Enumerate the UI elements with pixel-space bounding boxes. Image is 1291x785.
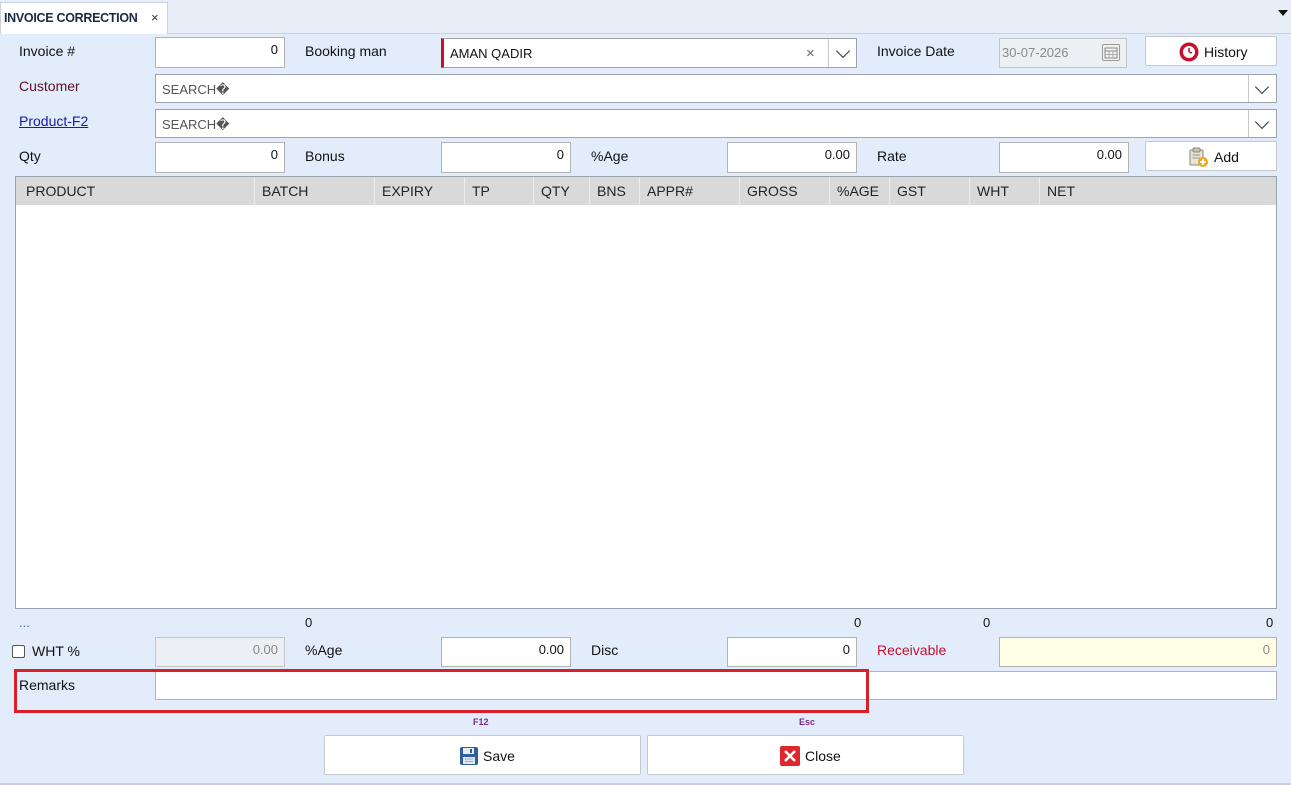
column-header[interactable]: PRODUCT	[26, 183, 95, 199]
discount-input[interactable]: 0	[727, 637, 857, 667]
invoice-number-label: Invoice #	[19, 43, 76, 59]
column-header[interactable]: GROSS	[747, 183, 798, 199]
wht-percent-input[interactable]: 0.00	[155, 637, 285, 667]
column-header[interactable]: TP	[472, 183, 490, 199]
booking-man-label: Booking man	[305, 43, 387, 59]
column-separator	[374, 177, 375, 205]
bonus-label: Bonus	[305, 148, 345, 164]
save-floppy-icon	[459, 746, 479, 766]
discount-label: Disc	[591, 642, 619, 658]
tab-title: INVOICE CORRECTION	[4, 11, 138, 25]
combo-separator	[828, 39, 829, 67]
calendar-icon[interactable]	[1102, 44, 1120, 61]
close-label: Close	[805, 748, 841, 764]
close-x-icon	[779, 745, 801, 767]
invoice-date-label: Invoice Date	[877, 43, 955, 59]
footer-ellipsis: ...	[19, 615, 30, 630]
tab-menu-dropdown-icon[interactable]	[1278, 10, 1288, 16]
percentage-discount-label: %Age	[305, 642, 343, 658]
invoice-date-input[interactable]: 30-07-2026	[999, 38, 1127, 68]
customer-search-placeholder: SEARCH�	[162, 82, 230, 97]
product-search-select[interactable]: SEARCH�	[155, 109, 1277, 138]
invoice-number-input[interactable]: 0	[155, 37, 285, 68]
column-header[interactable]: QTY	[541, 183, 570, 199]
chevron-down-icon[interactable]	[1254, 114, 1270, 130]
qty-label: Qty	[19, 148, 41, 164]
history-label: History	[1204, 44, 1248, 60]
column-separator	[739, 177, 740, 205]
history-button[interactable]: History	[1145, 36, 1277, 66]
rate-input[interactable]: 0.00	[999, 142, 1129, 173]
bonus-input[interactable]: 0	[441, 142, 571, 173]
add-label: Add	[1214, 149, 1239, 165]
column-separator	[889, 177, 890, 205]
combo-separator	[1248, 75, 1249, 102]
booking-man-select[interactable]: AMAN QADIR ×	[441, 38, 857, 68]
column-header[interactable]: %AGE	[837, 183, 879, 199]
percentage-input[interactable]: 0.00	[727, 142, 857, 173]
total-gross: 0	[854, 615, 862, 630]
close-shortcut-hint: Esc	[799, 717, 816, 727]
add-button[interactable]: Add	[1145, 141, 1277, 171]
invoice-date-value: 30-07-2026	[1002, 45, 1069, 60]
column-separator	[589, 177, 590, 205]
add-item-icon	[1187, 146, 1209, 168]
save-shortcut-hint: F12	[473, 717, 489, 727]
chevron-down-icon[interactable]	[1254, 79, 1270, 95]
receivable-label: Receivable	[877, 642, 947, 658]
column-header[interactable]: NET	[1047, 183, 1075, 199]
column-header[interactable]: BATCH	[262, 183, 308, 199]
customer-label: Customer	[19, 78, 80, 94]
product-f2-link[interactable]: Product-F2	[19, 113, 88, 129]
total-qty: 0	[305, 615, 313, 630]
wht-percent-label: WHT %	[32, 643, 80, 659]
total-wht: 0	[983, 615, 991, 630]
column-separator	[1039, 177, 1040, 205]
chevron-down-icon[interactable]	[835, 43, 851, 59]
column-header[interactable]: WHT	[977, 183, 1009, 199]
history-icon	[1179, 42, 1199, 62]
grid-header: PRODUCT BATCH EXPIRY TP QTY BNS APPR# GR…	[16, 177, 1276, 205]
tab-strip: INVOICE CORRECTION ×	[0, 0, 1291, 34]
column-separator	[639, 177, 640, 205]
column-separator	[969, 177, 970, 205]
column-header[interactable]: BNS	[597, 183, 626, 199]
column-separator	[464, 177, 465, 205]
column-header[interactable]: GST	[897, 183, 926, 199]
column-separator	[829, 177, 830, 205]
column-header[interactable]: APPR#	[647, 183, 693, 199]
combo-separator	[1248, 110, 1249, 137]
percentage-label: %Age	[591, 148, 629, 164]
remarks-input[interactable]	[155, 671, 1277, 700]
wht-checkbox[interactable]	[12, 645, 25, 658]
booking-man-value: AMAN QADIR	[450, 46, 533, 61]
clear-icon[interactable]: ×	[806, 45, 815, 62]
tab-close-icon[interactable]: ×	[151, 10, 159, 25]
invoice-items-grid[interactable]: PRODUCT BATCH EXPIRY TP QTY BNS APPR# GR…	[15, 176, 1277, 609]
close-button[interactable]: Close	[647, 735, 964, 775]
total-net: 0	[1266, 615, 1274, 630]
receivable-input: 0	[999, 637, 1277, 667]
percentage-discount-input[interactable]: 0.00	[441, 637, 571, 667]
save-label: Save	[483, 748, 515, 764]
customer-search-select[interactable]: SEARCH�	[155, 74, 1277, 103]
tab-invoice-correction[interactable]: INVOICE CORRECTION ×	[0, 2, 168, 34]
qty-input[interactable]: 0	[155, 142, 285, 173]
column-header[interactable]: EXPIRY	[382, 183, 433, 199]
save-button[interactable]: Save	[324, 735, 641, 775]
remarks-label: Remarks	[19, 677, 76, 693]
column-separator	[533, 177, 534, 205]
rate-label: Rate	[877, 148, 907, 164]
column-separator	[254, 177, 255, 205]
product-search-placeholder: SEARCH�	[162, 117, 230, 132]
